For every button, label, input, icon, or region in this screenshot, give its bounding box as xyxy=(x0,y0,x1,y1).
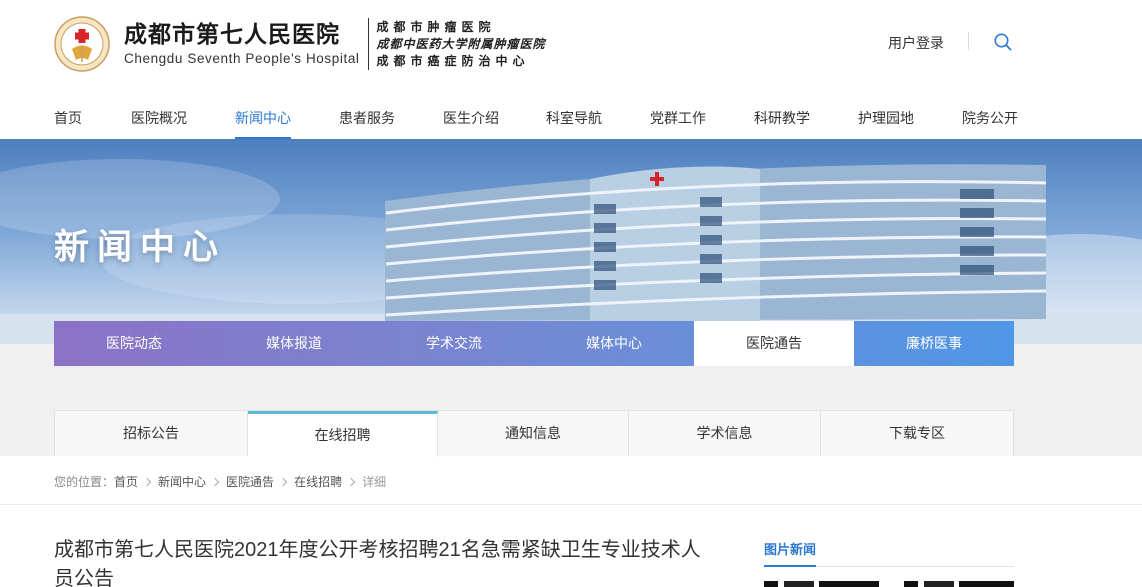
breadcrumb-news[interactable]: 新闻中心 xyxy=(158,473,206,490)
notice-sub-tabs: 招标公告 在线招聘 通知信息 学术信息 下载专区 xyxy=(54,410,1014,457)
breadcrumb: 您的位置： 首页 新闻中心 医院通告 在线招聘 详细 xyxy=(54,473,386,490)
news-banner: 新闻中心 xyxy=(0,139,1142,344)
nav-item-affairs[interactable]: 院务公开 xyxy=(962,108,1018,139)
nav-item-departments[interactable]: 科室导航 xyxy=(546,108,602,139)
category-tab-media-reports[interactable]: 媒体报道 xyxy=(214,321,374,366)
sidebar-title-underline xyxy=(764,565,816,567)
breadcrumb-prefix: 您的位置： xyxy=(54,475,115,489)
breadcrumb-home[interactable]: 首页 xyxy=(114,473,138,490)
sidebar-title[interactable]: 图片新闻 xyxy=(764,539,816,558)
header-divider xyxy=(968,32,969,50)
subtab-tender[interactable]: 招标公告 xyxy=(55,411,248,456)
article-title: 成都市第七人民医院2021年度公开考核招聘21名急需紧缺卫生专业技术人员公告 xyxy=(54,539,701,587)
breadcrumb-current: 详细 xyxy=(362,475,387,489)
brand-divider xyxy=(367,18,369,70)
subtab-downloads[interactable]: 下载专区 xyxy=(821,411,1013,456)
category-tab-academic[interactable]: 学术交流 xyxy=(374,321,534,366)
affiliation-name: 成都中医药大学附属肿瘤医院 xyxy=(376,36,546,51)
category-tab-media-center[interactable]: 媒体中心 xyxy=(534,321,694,366)
brand-text: 成都市第七人民医院 Chengdu Seventh People's Hospi… xyxy=(124,20,360,68)
site-logo[interactable]: 成都市第七人民医院 Chengdu Seventh People's Hospi… xyxy=(54,16,546,72)
nav-item-research[interactable]: 科研教学 xyxy=(754,108,810,139)
hospital-seal-logo xyxy=(54,16,110,72)
chevron-right-icon xyxy=(142,477,152,486)
breadcrumb-recruitment[interactable]: 在线招聘 xyxy=(294,473,342,490)
divider xyxy=(0,504,1142,505)
affiliation-name: 成都市癌症防治中心 xyxy=(376,53,530,68)
main-nav: 首页 医院概况 新闻中心 患者服务 医生介绍 科室导航 党群工作 科研教学 护理… xyxy=(54,96,1018,139)
subtab-notifications[interactable]: 通知信息 xyxy=(438,411,629,456)
banner-title: 新闻中心 xyxy=(54,228,227,268)
chevron-right-icon xyxy=(210,477,220,486)
hospital-name-cn: 成都市第七人民医院 xyxy=(124,22,340,48)
nav-item-home[interactable]: 首页 xyxy=(54,108,82,139)
nav-item-overview[interactable]: 医院概况 xyxy=(131,108,187,139)
breadcrumb-notices[interactable]: 医院通告 xyxy=(226,473,274,490)
search-icon[interactable] xyxy=(993,32,1013,52)
nav-item-nursing[interactable]: 护理园地 xyxy=(858,108,914,139)
hospital-affiliations: 成都市肿瘤医院 成都中医药大学附属肿瘤医院 成都市癌症防治中心 xyxy=(377,19,546,70)
login-link[interactable]: 用户登录 xyxy=(888,33,944,53)
affiliation-name: 成都市肿瘤医院 xyxy=(376,19,496,34)
nav-item-party[interactable]: 党群工作 xyxy=(650,108,706,139)
photo-news-thumbnails[interactable] xyxy=(764,578,1014,587)
hospital-name-en: Chengdu Seventh People's Hospital xyxy=(124,51,360,66)
chevron-right-icon xyxy=(278,477,288,486)
news-category-tabs: 医院动态 媒体报道 学术交流 媒体中心 医院通告 廉桥医事 xyxy=(54,321,1014,366)
nav-item-doctors[interactable]: 医生介绍 xyxy=(443,108,499,139)
category-tab-notices[interactable]: 医院通告 xyxy=(694,321,854,366)
category-tab-hospital-news[interactable]: 医院动态 xyxy=(54,321,214,366)
subtab-academic-info[interactable]: 学术信息 xyxy=(629,411,821,456)
nav-item-patient-service[interactable]: 患者服务 xyxy=(339,108,395,139)
subtab-recruitment[interactable]: 在线招聘 xyxy=(248,411,438,457)
chevron-right-icon xyxy=(346,477,356,486)
nav-item-news[interactable]: 新闻中心 xyxy=(235,108,291,139)
category-tab-integrity[interactable]: 廉桥医事 xyxy=(854,321,1014,366)
site-header: 成都市第七人民医院 Chengdu Seventh People's Hospi… xyxy=(0,0,1142,139)
